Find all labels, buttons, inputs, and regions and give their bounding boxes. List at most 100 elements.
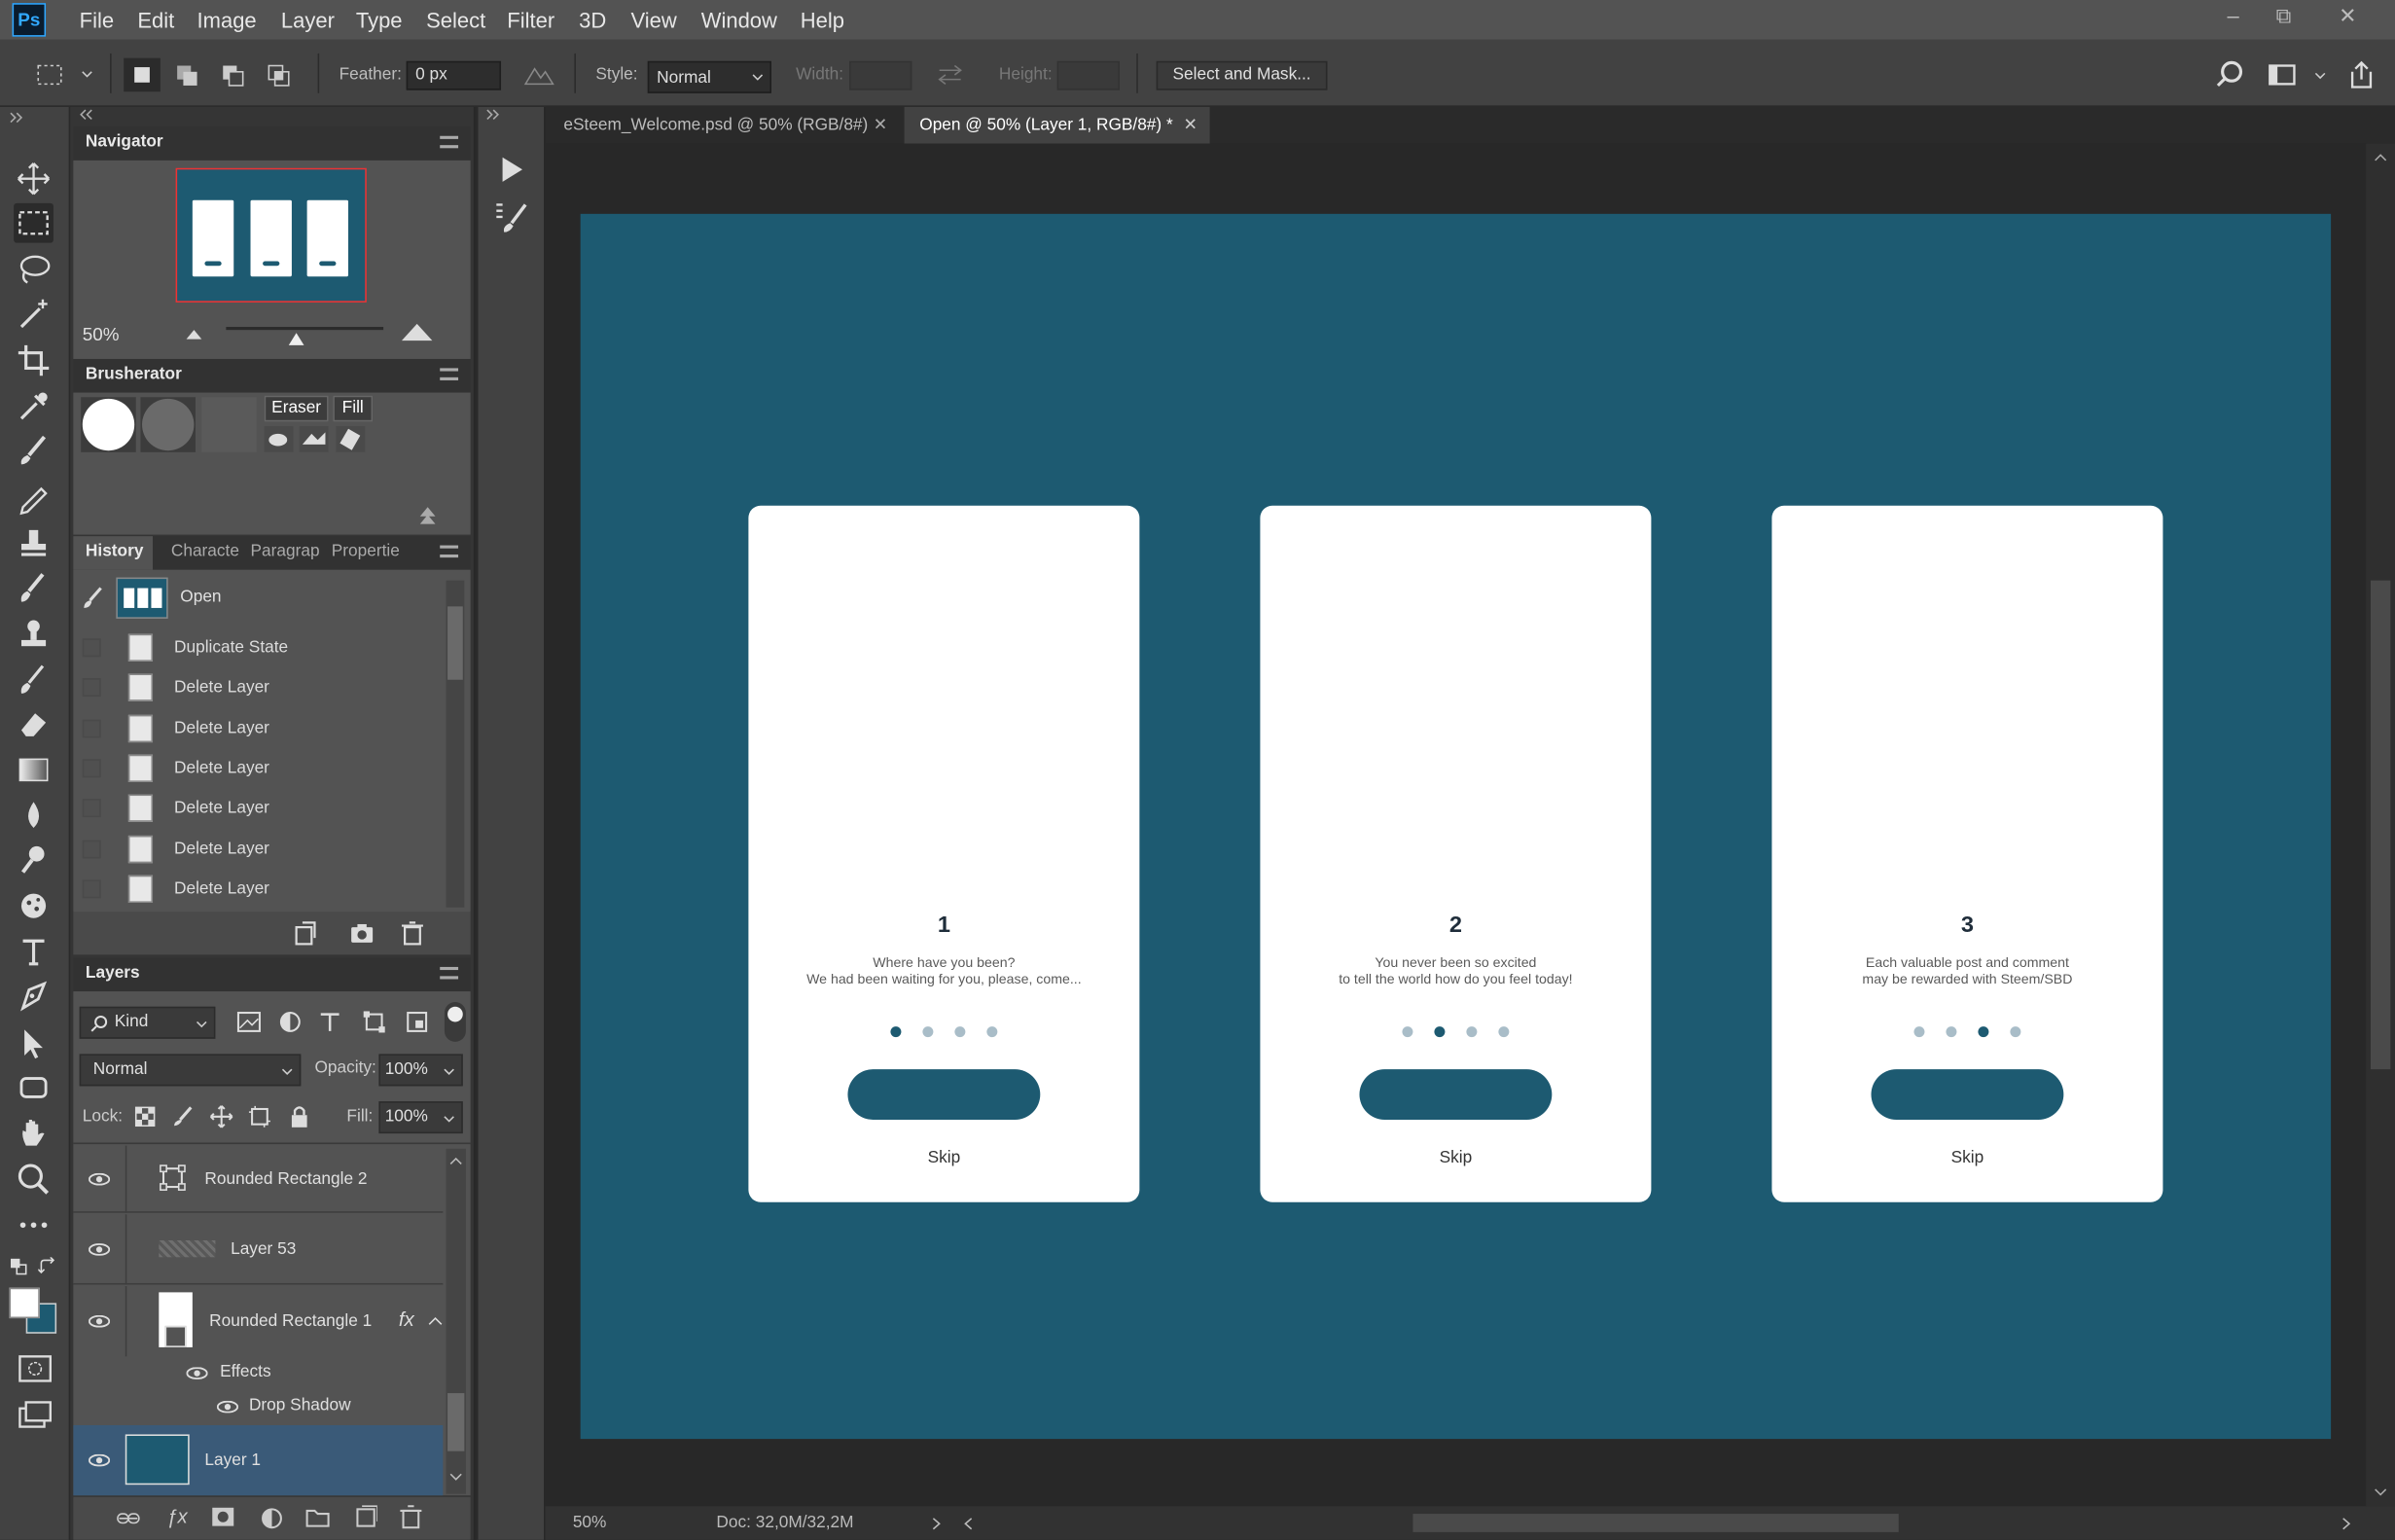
quick-mask-icon[interactable] [17, 1353, 54, 1383]
chevron-down-icon[interactable] [449, 1473, 463, 1482]
history-item[interactable]: Delete Layer [73, 667, 443, 707]
eraser-button[interactable]: Eraser [264, 395, 329, 422]
minimize-button[interactable]: – [2210, 3, 2256, 30]
history-source-checkbox[interactable] [82, 719, 101, 738]
panel-menu-icon[interactable] [440, 545, 459, 558]
chevron-down-icon[interactable] [2312, 69, 2328, 85]
chevron-down-icon[interactable] [2374, 1487, 2387, 1496]
visibility-eye-icon[interactable] [89, 1172, 111, 1186]
blend-mode-select[interactable]: Normal [79, 1054, 302, 1087]
layer-row[interactable]: Layer 53 [73, 1214, 444, 1285]
lock-all-icon[interactable] [289, 1104, 310, 1128]
status-menu-arrow-icon[interactable] [932, 1517, 941, 1530]
tab-paragraph[interactable]: Paragrap [251, 542, 320, 560]
tab-properties[interactable]: Propertie [332, 542, 400, 560]
lock-transparent-icon[interactable] [134, 1106, 156, 1128]
horizontal-scrollbar-thumb[interactable] [1412, 1514, 1899, 1532]
menu-image[interactable]: Image [197, 8, 257, 32]
chevron-up-icon[interactable] [428, 1315, 444, 1328]
menu-view[interactable]: View [630, 8, 676, 32]
menu-type[interactable]: Type [356, 8, 403, 32]
crop-tool-icon[interactable] [14, 340, 54, 380]
page-dot[interactable] [986, 1026, 998, 1038]
visibility-eye-icon[interactable] [216, 1400, 238, 1414]
skip-link[interactable]: Skip [1260, 1149, 1651, 1167]
layer-row[interactable]: Rounded Rectangle 1 fx [73, 1286, 444, 1357]
intersect-selection-icon[interactable] [262, 58, 299, 92]
workspace-icon[interactable] [2267, 59, 2301, 90]
sponge-tool-icon[interactable] [14, 886, 54, 926]
path-selection-tool-icon[interactable] [14, 1023, 54, 1063]
brush-preset-soft[interactable] [140, 397, 196, 452]
page-dot[interactable] [1913, 1026, 1925, 1038]
scrollbar-thumb[interactable] [447, 1393, 465, 1451]
hand-tool-icon[interactable] [14, 1114, 54, 1154]
tab-character[interactable]: Characte [171, 542, 239, 560]
magic-wand-tool-icon[interactable] [14, 295, 54, 335]
page-dot[interactable] [1466, 1026, 1478, 1038]
art-history-brush-icon[interactable] [14, 660, 54, 699]
lock-position-icon[interactable] [209, 1104, 233, 1128]
filter-toggle[interactable] [444, 1002, 466, 1042]
history-source-checkbox[interactable] [82, 678, 101, 698]
layer-effects-row[interactable]: Effects [73, 1356, 443, 1390]
brush-preset-textured[interactable] [201, 397, 257, 452]
move-tool-icon[interactable] [14, 159, 54, 198]
lock-pixels-icon[interactable] [172, 1106, 194, 1128]
page-dot-active[interactable] [1434, 1026, 1446, 1038]
tab-esteem-welcome[interactable]: eSteem_Welcome.psd @ 50% (RGB/8#) ✕ [549, 107, 900, 144]
filter-adjustment-icon[interactable] [276, 1008, 304, 1035]
drop-shadow-row[interactable]: Drop Shadow [73, 1390, 443, 1424]
history-source-checkbox[interactable] [82, 879, 101, 899]
skip-link[interactable]: Skip [1771, 1149, 2163, 1167]
restore-button[interactable]: ⧉ [2261, 3, 2306, 30]
menu-filter[interactable]: Filter [507, 8, 554, 32]
history-snapshot-row[interactable]: Open [73, 574, 443, 623]
page-dot-active[interactable] [1978, 1026, 1989, 1038]
welcome-card-3[interactable]: 3 Each valuable post and comment may be … [1771, 505, 2163, 1202]
style-select[interactable]: Normal [647, 60, 771, 93]
page-dot-active[interactable] [890, 1026, 902, 1038]
menu-file[interactable]: File [80, 8, 114, 32]
visibility-eye-icon[interactable] [186, 1367, 208, 1379]
status-doc-size[interactable]: Doc: 32,0M/32,2M [716, 1514, 853, 1532]
navigator-thumbnail[interactable] [175, 167, 367, 303]
feather-input[interactable]: 0 px [406, 60, 502, 90]
visibility-eye-icon[interactable] [89, 1314, 111, 1328]
history-item[interactable]: Delete Layer [73, 869, 443, 909]
screen-mode-icon[interactable] [17, 1399, 54, 1429]
zoom-out-icon[interactable] [183, 325, 204, 340]
page-dot[interactable] [2010, 1026, 2021, 1038]
trash-icon[interactable] [399, 1505, 423, 1529]
page-dot[interactable] [1402, 1026, 1413, 1038]
filter-shape-icon[interactable] [361, 1008, 388, 1035]
anti-alias-icon[interactable] [522, 62, 556, 87]
welcome-card-1[interactable]: 1 Where have you been? We had been waiti… [748, 505, 1140, 1202]
new-group-icon[interactable] [305, 1506, 330, 1527]
layers-scrollbar[interactable] [446, 1148, 466, 1494]
menu-window[interactable]: Window [701, 8, 777, 32]
tab-open[interactable]: Open @ 50% (Layer 1, RGB/8#) * ✕ [904, 106, 1210, 144]
close-window-button[interactable]: ✕ [2325, 3, 2371, 30]
history-source-checkbox[interactable] [82, 840, 101, 859]
foreground-color-swatch[interactable] [9, 1287, 40, 1319]
layer-filter-select[interactable]: Kind [79, 1006, 216, 1039]
filter-type-icon[interactable] [316, 1008, 343, 1035]
brusherator-expand-icon[interactable] [418, 504, 437, 525]
menu-layer[interactable]: Layer [281, 8, 335, 32]
new-selection-icon[interactable] [124, 57, 161, 92]
menu-edit[interactable]: Edit [137, 8, 174, 32]
menu-select[interactable]: Select [426, 8, 485, 32]
swap-colors-icon[interactable] [38, 1257, 56, 1275]
page-dot[interactable] [1946, 1026, 1957, 1038]
filter-pixel-icon[interactable] [235, 1008, 263, 1035]
eraser-tool-icon[interactable] [14, 704, 54, 744]
collapse-icon[interactable] [9, 112, 24, 125]
link-layers-icon[interactable] [116, 1508, 140, 1529]
skip-link[interactable]: Skip [748, 1149, 1139, 1167]
brush-tip-icon[interactable] [299, 426, 329, 452]
marquee-tool-icon[interactable] [14, 202, 54, 243]
layers-title[interactable]: Layers [86, 964, 140, 983]
brush-preset-hard[interactable] [81, 397, 136, 452]
zoom-slider-thumb[interactable] [287, 329, 305, 347]
